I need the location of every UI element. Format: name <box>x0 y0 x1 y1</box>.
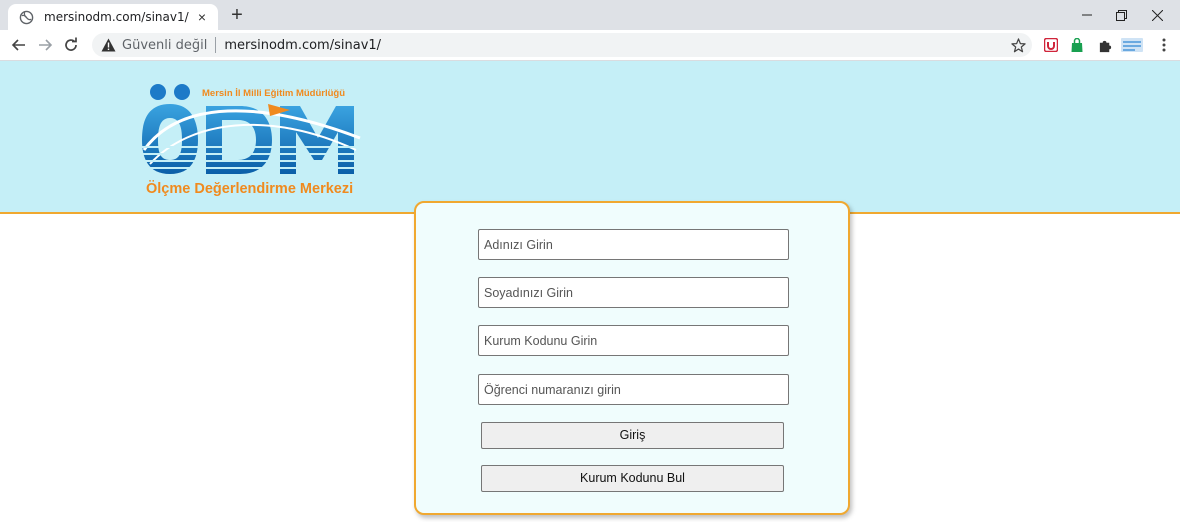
reload-icon[interactable] <box>60 34 82 56</box>
address-bar[interactable]: Güvenli değil mersinodm.com/sinav1/ <box>92 33 1032 57</box>
browser-toolbar: Güvenli değil mersinodm.com/sinav1/ <box>0 30 1180 61</box>
url-text: mersinodm.com/sinav1/ <box>224 37 382 53</box>
window-close-icon[interactable] <box>1134 0 1180 30</box>
warning-icon[interactable] <box>100 37 116 53</box>
tab-strip: mersinodm.com/sinav1/ × + <box>0 0 1180 30</box>
globe-icon <box>18 9 34 25</box>
back-icon[interactable] <box>8 34 30 56</box>
extension-bag-icon[interactable] <box>1068 36 1086 54</box>
first-name-field[interactable] <box>478 229 789 260</box>
tab-title: mersinodm.com/sinav1/ <box>44 10 189 24</box>
browser-tab[interactable]: mersinodm.com/sinav1/ × <box>8 4 218 30</box>
student-number-field[interactable] <box>478 374 789 405</box>
forward-icon[interactable] <box>34 34 56 56</box>
find-institution-code-button[interactable]: Kurum Kodunu Bul <box>481 465 784 492</box>
puzzle-icon[interactable] <box>1096 36 1114 54</box>
extension-flag-icon[interactable] <box>1120 36 1144 54</box>
login-button[interactable]: Giriş <box>481 422 784 449</box>
odm-logo: Mersin İl Milli Eğitim Müdürlüğü Ölçme D… <box>140 80 370 202</box>
institution-code-field[interactable] <box>478 325 789 356</box>
menu-icon[interactable] <box>1155 36 1173 54</box>
login-card: Giriş Kurum Kodunu Bul <box>414 201 850 515</box>
bookmark-star-icon[interactable] <box>1004 35 1032 55</box>
close-icon[interactable]: × <box>192 7 212 27</box>
security-label: Güvenli değil <box>122 37 208 53</box>
last-name-field[interactable] <box>478 277 789 308</box>
extension-shield-icon[interactable] <box>1042 36 1060 54</box>
new-tab-icon[interactable]: + <box>226 5 248 27</box>
omnibox-separator <box>215 37 217 53</box>
logo-subtitle: Ölçme Değerlendirme Merkezi <box>146 181 354 197</box>
logo-tagline: Mersin İl Milli Eğitim Müdürlüğü <box>202 88 346 99</box>
